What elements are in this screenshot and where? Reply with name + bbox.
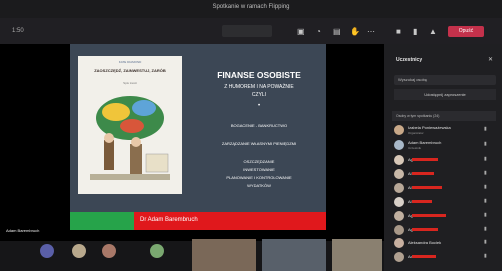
speaker-label: Adam Barembruch bbox=[4, 227, 42, 234]
avatar bbox=[394, 252, 404, 262]
avatar bbox=[394, 140, 404, 150]
redaction-bar bbox=[412, 186, 442, 189]
participant-video[interactable] bbox=[262, 239, 326, 271]
avatar bbox=[394, 238, 404, 248]
window-title: Spotkanie w ramach Flipping bbox=[212, 4, 290, 10]
avatar[interactable] bbox=[72, 244, 86, 258]
avatar bbox=[394, 197, 404, 207]
avatar bbox=[394, 225, 404, 235]
mic-icon: ▮ bbox=[484, 212, 487, 218]
avatar[interactable] bbox=[150, 244, 164, 258]
slide-item: ZARZĄDZANIE WŁASNYMI PIENIĘDZMI bbox=[221, 141, 297, 146]
book-illustration bbox=[90, 96, 170, 180]
panel-title: Uczestnicy bbox=[396, 57, 423, 63]
mic-icon[interactable]: ▮ bbox=[413, 27, 417, 36]
avatar[interactable] bbox=[40, 244, 54, 258]
redaction-bar bbox=[412, 214, 446, 217]
mic-icon: ▮ bbox=[484, 156, 487, 162]
redaction-bar bbox=[412, 200, 432, 203]
camera-icon[interactable]: ■ bbox=[396, 27, 401, 36]
slide-item: WYDATKÓW bbox=[247, 183, 271, 188]
redaction-bar bbox=[412, 158, 438, 161]
participant-name: Adam Barembruch bbox=[408, 140, 442, 145]
mic-icon: ▮ bbox=[484, 226, 487, 232]
close-icon[interactable]: ✕ bbox=[488, 56, 493, 63]
people-icon[interactable]: ◔ bbox=[316, 27, 321, 36]
section-header[interactable]: Osoby w tym spotkaniu (24) bbox=[392, 111, 496, 121]
mic-icon: ▮ bbox=[484, 184, 487, 190]
mic-icon: ▮ bbox=[484, 239, 487, 245]
redaction-bar bbox=[412, 228, 438, 231]
participant-video[interactable] bbox=[332, 239, 382, 271]
mic-icon: ▮ bbox=[484, 170, 487, 176]
redaction-bar bbox=[412, 172, 434, 175]
avatar bbox=[394, 155, 404, 165]
name-strip-green bbox=[70, 212, 134, 230]
book-title: ZAOSZCZĘDŹ, ZAINWESTUJ, ZARÓB bbox=[94, 68, 166, 73]
slide-subtitle: Z HUMOREM I NA POWAŻNIE bbox=[224, 84, 294, 90]
slide-czyli: CZYLI bbox=[251, 92, 267, 98]
chat-icon[interactable]: ▤ bbox=[333, 27, 341, 36]
slide-title: FINANSE OSOBISTE bbox=[217, 70, 301, 80]
avatar bbox=[394, 125, 404, 135]
avatar bbox=[394, 183, 404, 193]
video-camera-icon[interactable]: ▣ bbox=[297, 27, 305, 36]
participant-role: Uczestnik bbox=[408, 146, 422, 150]
slide-item: PLANOWANIE I KONTROLOWANIE bbox=[226, 175, 292, 180]
slide-item: OSZCZĘDZANIE bbox=[243, 159, 275, 164]
participant-role: Organizator bbox=[408, 131, 424, 135]
book-subtitle: Spis treści bbox=[123, 81, 137, 85]
share-invite-button[interactable]: Udostępnij zaproszenie bbox=[394, 89, 496, 100]
title-bar: Spotkanie w ramach Flipping bbox=[0, 0, 502, 18]
avatar[interactable] bbox=[102, 244, 116, 258]
mic-icon: ▮ bbox=[484, 126, 487, 132]
meeting-timer: 1:50 bbox=[12, 28, 24, 34]
slide-item: BOGACENIE - BANKRUCTWO bbox=[230, 123, 288, 128]
presenter-name: Dr Adam Barembruch bbox=[140, 217, 198, 223]
mic-icon: ▮ bbox=[484, 141, 487, 147]
redaction-bar bbox=[412, 255, 436, 258]
more-icon[interactable]: ⋯ bbox=[367, 27, 375, 36]
toolbar-pill[interactable] bbox=[222, 25, 272, 37]
participant-name: Izabela Ponieważewska bbox=[408, 125, 451, 130]
mic-icon: ▮ bbox=[484, 253, 487, 259]
hand-icon[interactable]: ✋ bbox=[350, 27, 360, 36]
participant-video[interactable] bbox=[192, 239, 256, 271]
slide-bullet: • bbox=[257, 103, 261, 109]
leave-button[interactable]: Opuść bbox=[448, 26, 484, 37]
share-icon[interactable]: ▲ bbox=[429, 27, 437, 36]
search-input[interactable]: Wyszukaj osobę bbox=[394, 75, 496, 85]
avatar bbox=[394, 169, 404, 179]
book-cover-image: KATE DIAMOND ZAOSZCZĘDŹ, ZAINWESTUJ, ZAR… bbox=[78, 56, 182, 194]
avatar bbox=[394, 211, 404, 221]
mic-icon: ▮ bbox=[484, 198, 487, 204]
book-author: KATE DIAMOND bbox=[118, 60, 142, 64]
participant-name: Aleksandra Bociek bbox=[408, 240, 442, 245]
slide-item: INWESTOWANIE bbox=[243, 167, 275, 172]
